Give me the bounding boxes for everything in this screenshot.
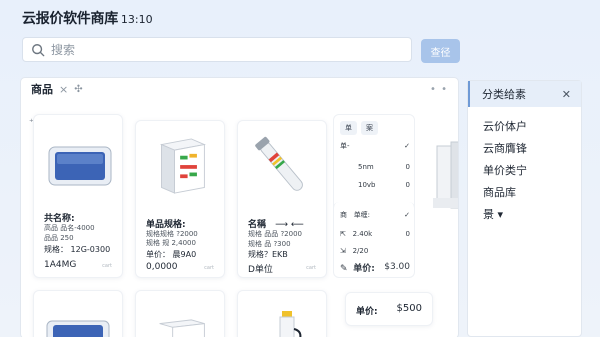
box-image (159, 319, 205, 337)
category-sidebar: 分类给素 ✕ 云价体户 云商膺锋 单价类宁 商品库 景 ▾ (467, 80, 582, 337)
search-input[interactable] (51, 42, 391, 57)
card-tag: cart (204, 265, 214, 271)
options-tab[interactable]: 案 (361, 121, 378, 135)
tube-image (255, 136, 303, 191)
sidebar-item[interactable]: 云价体户 (468, 115, 581, 137)
search-icon (32, 43, 45, 56)
product-card[interactable] (33, 290, 123, 337)
shelf-image (433, 141, 458, 209)
side-icon: ⇲ (340, 247, 346, 255)
product-card[interactable] (135, 290, 225, 337)
product-card[interactable]: 共名称: 高品 品名-4000 品品 250 规格： 12G-0300 1A4M… (33, 114, 123, 278)
card-line: 规格 规 2,4000 (146, 239, 196, 247)
card-line: 品品 250 (44, 234, 74, 242)
options-row[interactable]: 商 单缠: ✓ (340, 208, 410, 222)
options-tabs: 单 案 (340, 121, 378, 135)
options-tab[interactable]: 单 (340, 121, 357, 135)
side-icon: 商 (340, 211, 347, 219)
tab-products[interactable]: 商品 (31, 81, 53, 97)
sidebar-item[interactable]: 景 ▾ (468, 203, 581, 225)
bottle-image (279, 311, 302, 337)
tablet-image (46, 320, 110, 337)
more-icon[interactable]: • • (430, 84, 448, 95)
product-card[interactable]: 单品规格: 规格规格 ?2000 规格 规 2,4000 单价： 晨9A0 0,… (135, 120, 225, 278)
card-line: 规格 品品 ?2000 (248, 230, 302, 238)
price-card: 单价: $500 (345, 292, 433, 326)
card-spec: 规格： 12G-0300 (44, 245, 111, 254)
sidebar-header: 分类给素 ✕ (468, 81, 581, 107)
options-row[interactable]: 5nm 0 (340, 160, 410, 174)
edit-icon: ✎ (340, 263, 348, 274)
box-image (159, 138, 206, 194)
products-panel: 商品 × ✣ • • ⁺ ⊘ ⋯ 共名称: 高品 品名-4000 品品 250 … (20, 77, 459, 337)
card-price: 0,0000 (146, 262, 178, 272)
card-tag: cart (306, 265, 316, 271)
close-icon[interactable]: × (59, 83, 68, 96)
card-spec: 单价： 晨9A0 (146, 250, 197, 259)
card-spec: 规格？EKB (248, 250, 288, 259)
options-price: $3.00 (384, 262, 410, 272)
card-line: 规格 品 ?300 (248, 240, 291, 248)
options-row[interactable]: 单- ✓ (340, 139, 410, 153)
card-price: 1A4MG (44, 260, 77, 270)
card-line: 高品 品名-4000 (44, 224, 95, 232)
options-price-row: ✎ 单价: $3.00 (340, 262, 410, 274)
pin-icon[interactable]: ✣ (74, 84, 82, 95)
options-row[interactable]: 10vb 0 (340, 178, 410, 192)
sidebar-item[interactable]: 单价类宁 (468, 159, 581, 181)
product-card[interactable] (237, 290, 327, 337)
sidebar-title: 分类给素 (482, 88, 526, 101)
panel-tabbar: 商品 × ✣ • • (21, 78, 458, 100)
options-row[interactable]: ⇲ 2/20 (340, 244, 410, 258)
app-title: 云报价软件商库 (22, 11, 118, 27)
check-icon: ✓ (404, 142, 410, 150)
side-icon: ⇱ (340, 230, 346, 238)
product-card[interactable]: 名稱 ⟶ ⟵ 规格 品品 ?2000 规格 品 ?300 规格？EKB D单位 … (237, 120, 327, 278)
sidebar-item[interactable]: 云商膺锋 (468, 137, 581, 159)
app-header: 云报价软件商库 13:10 (22, 8, 153, 28)
search-button[interactable]: 查径 (421, 39, 460, 63)
price-value: $500 (396, 303, 422, 314)
sidebar-item[interactable]: 商品库 (468, 181, 581, 203)
options-panel-2: 商 单缠: ✓ ⇱ 2.40k 0 ⇲ 2/20 ✎ 单价: $3.00 (333, 202, 415, 278)
card-tag: cart (102, 263, 112, 269)
search-box[interactable] (22, 37, 412, 62)
check-icon: ✓ (404, 211, 410, 219)
options-row[interactable]: ⇱ 2.40k 0 (340, 227, 410, 241)
tablet-image (48, 146, 112, 186)
card-price: D单位 (248, 265, 273, 275)
price-label: 单价: (356, 307, 378, 317)
close-icon[interactable]: ✕ (562, 88, 571, 101)
clock-time: 13:10 (120, 13, 153, 26)
